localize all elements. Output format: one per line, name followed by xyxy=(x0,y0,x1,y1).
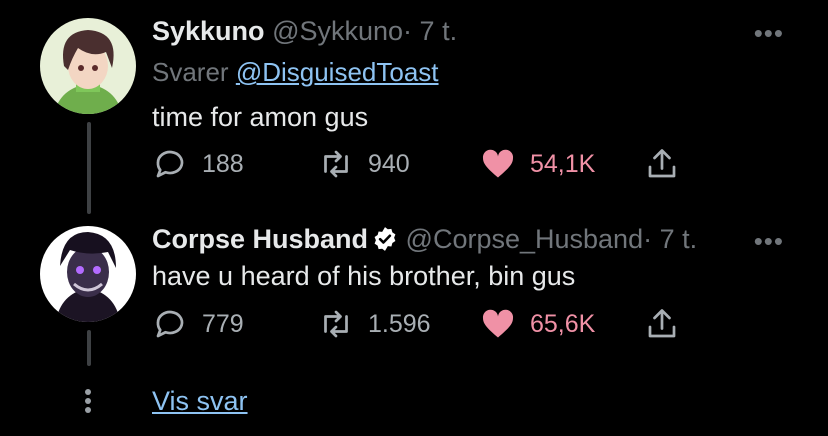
share-icon xyxy=(648,309,676,338)
tweet-header: Corpse Husband @Corpse_Husband· 7 t. xyxy=(152,224,768,255)
separator: · xyxy=(403,16,413,46)
retweet-icon xyxy=(324,150,348,178)
retweet-icon xyxy=(324,310,348,338)
share-icon xyxy=(648,149,676,178)
display-name[interactable]: Sykkuno xyxy=(152,16,265,46)
like-count: 54,1K xyxy=(530,149,596,178)
heart-icon xyxy=(482,309,514,338)
like-button[interactable]: 54,1K xyxy=(480,146,595,182)
tweet-header: Sykkuno @Sykkuno· 7 t. xyxy=(152,16,768,47)
like-count: 65,6K xyxy=(530,309,596,338)
share-button[interactable] xyxy=(644,146,680,182)
thread-line xyxy=(87,122,91,214)
more-icon[interactable]: ••• xyxy=(754,226,784,257)
separator: · xyxy=(643,224,653,254)
reply-prefix: Svarer xyxy=(152,57,229,87)
reply-to-link[interactable]: @DisguisedToast xyxy=(236,57,439,87)
handle[interactable]: @Sykkuno xyxy=(272,16,403,46)
reply-context: Svarer @DisguisedToast xyxy=(152,57,439,88)
retweet-count: 940 xyxy=(368,149,410,178)
avatar-sykkuno[interactable] xyxy=(40,18,136,114)
thread-line xyxy=(87,330,91,366)
reply-count: 188 xyxy=(202,149,244,178)
reply-icon xyxy=(156,150,184,178)
retweet-count: 1.596 xyxy=(368,309,431,338)
timestamp[interactable]: 7 t. xyxy=(420,16,458,46)
reply-button[interactable]: 188 xyxy=(152,146,244,182)
handle[interactable]: @Corpse_Husband xyxy=(406,224,644,254)
heart-icon xyxy=(482,149,514,178)
reply-count: 779 xyxy=(202,309,244,338)
tweet-text: time for amon gus xyxy=(152,102,369,132)
thread-dots-icon xyxy=(83,386,93,416)
retweet-button[interactable]: 940 xyxy=(318,146,410,182)
verified-icon xyxy=(374,227,396,251)
like-button[interactable]: 65,6K xyxy=(480,306,595,342)
share-button[interactable] xyxy=(644,306,680,342)
reply-button[interactable]: 779 xyxy=(152,306,244,342)
reply-icon xyxy=(156,310,184,338)
timestamp[interactable]: 7 t. xyxy=(660,224,698,254)
show-replies-link[interactable]: Vis svar xyxy=(152,386,248,417)
display-name[interactable]: Corpse Husband xyxy=(152,224,368,254)
tweet-text: have u heard of his brother, bin gus xyxy=(152,261,576,291)
avatar-corpse-husband[interactable] xyxy=(40,226,136,322)
retweet-button[interactable]: 1.596 xyxy=(318,306,431,342)
more-icon[interactable]: ••• xyxy=(754,18,784,49)
